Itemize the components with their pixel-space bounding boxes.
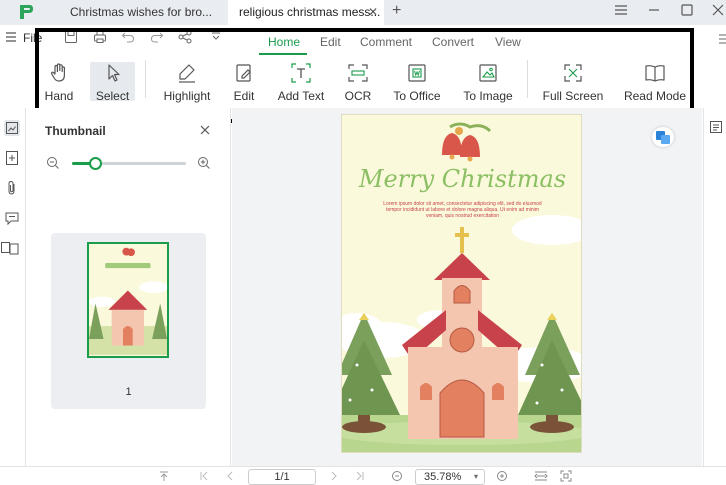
- panel-toggle-icon[interactable]: [718, 33, 726, 45]
- close-panel-icon[interactable]: [199, 124, 211, 136]
- zoom-level-select[interactable]: 35.78% ▾: [415, 469, 485, 485]
- page-number-label: 1: [125, 386, 132, 398]
- page-thumbnail-card[interactable]: 1: [51, 233, 206, 409]
- last-page-icon[interactable]: [354, 470, 366, 482]
- previous-page-icon[interactable]: [224, 470, 236, 482]
- title-bar: Christmas wishes for bro... religious ch…: [0, 0, 726, 25]
- right-rail: [703, 108, 726, 482]
- thumbnail-illustration: [89, 245, 167, 355]
- left-rail: [0, 108, 26, 482]
- bookmark-panel-icon[interactable]: [4, 150, 20, 166]
- status-zoom-out-icon[interactable]: [391, 470, 403, 482]
- thumbnail-panel-icon[interactable]: [4, 120, 20, 136]
- zoom-out-icon[interactable]: [46, 156, 60, 170]
- page-number-input[interactable]: 1/1: [248, 469, 316, 485]
- thumbnail-zoom-slider[interactable]: [72, 157, 186, 170]
- tab-label: religious christmas mess...: [239, 5, 381, 19]
- card-heading: Merry Christmas: [358, 165, 567, 193]
- hamburger-icon[interactable]: [5, 31, 17, 43]
- card-body-text: Lorem ipsum dolor sit amet, consectetur …: [383, 201, 542, 219]
- status-zoom-in-icon[interactable]: [496, 470, 508, 482]
- pages-panel-icon[interactable]: [0, 240, 20, 256]
- translate-button[interactable]: [652, 127, 674, 147]
- zoom-in-icon[interactable]: [197, 156, 211, 170]
- tab-document-2[interactable]: religious christmas mess... ✕: [228, 0, 384, 25]
- close-tab-icon[interactable]: ✕: [368, 0, 378, 25]
- status-bar: 1/1 35.78% ▾: [0, 466, 726, 485]
- comment-panel-icon[interactable]: [4, 210, 20, 226]
- next-page-icon[interactable]: [328, 470, 340, 482]
- fit-page-icon[interactable]: [560, 470, 572, 482]
- menu-icon[interactable]: [614, 3, 628, 17]
- maximize-icon[interactable]: [680, 3, 694, 17]
- close-window-icon[interactable]: [711, 3, 725, 17]
- attachment-panel-icon[interactable]: [4, 180, 20, 196]
- zoom-level-value: 35.78%: [424, 471, 462, 483]
- slider-handle[interactable]: [88, 157, 102, 170]
- tab-label: Christmas wishes for bro...: [70, 5, 213, 19]
- first-page-icon[interactable]: [198, 470, 210, 482]
- fit-width-icon[interactable]: [534, 470, 548, 482]
- properties-icon[interactable]: [709, 120, 723, 134]
- panel-title: Thumbnail: [45, 124, 106, 138]
- new-tab-button[interactable]: +: [392, 2, 401, 20]
- tab-document-1[interactable]: Christmas wishes for bro...: [0, 0, 228, 25]
- go-top-icon[interactable]: [158, 470, 170, 482]
- page-thumbnail[interactable]: [87, 242, 169, 358]
- translate-icon: [656, 131, 670, 144]
- minimize-icon[interactable]: [647, 3, 661, 17]
- document-page[interactable]: Merry Christmas Lorem ipsum dolor sit am…: [341, 114, 582, 453]
